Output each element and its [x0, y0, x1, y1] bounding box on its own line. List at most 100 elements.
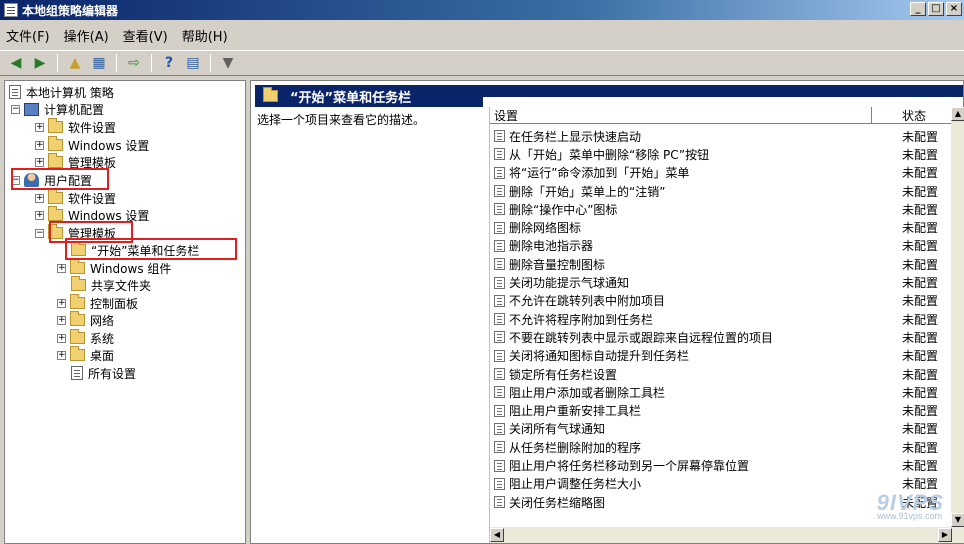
- close-button[interactable]: ×: [946, 2, 962, 16]
- tree-item-cc-software[interactable]: + 软件设置: [35, 118, 116, 136]
- toolbar: ◀ ▶ ▲ ▦ ⇨ ? ▤ ▼: [0, 50, 964, 76]
- column-header-label: 设置: [494, 108, 519, 123]
- tree-item-shared-folders[interactable]: 共享文件夹: [71, 276, 151, 294]
- scroll-left-arrow-icon[interactable]: ◀: [490, 528, 504, 542]
- setting-state: 未配置: [902, 349, 939, 364]
- folder-icon: [70, 311, 85, 326]
- policy-setting-icon: [494, 386, 505, 399]
- policy-setting-icon: [494, 276, 505, 289]
- setting-row[interactable]: 将“运行”命令添加到「开始」菜单 未配置: [490, 164, 950, 182]
- all-settings-icon: [71, 366, 83, 380]
- setting-name: 关闭功能提示气球通知: [509, 276, 630, 291]
- setting-row[interactable]: 锁定所有任务栏设置 未配置: [490, 365, 950, 383]
- setting-row[interactable]: 阻止用户添加或者删除工具栏 未配置: [490, 383, 950, 401]
- tree-item-system[interactable]: + 系统: [57, 329, 114, 347]
- help-icon[interactable]: ?: [159, 54, 179, 72]
- title-bar: 本地组策略编辑器 _ □ ×: [0, 0, 964, 20]
- column-header-state[interactable]: 状态: [872, 107, 952, 124]
- scroll-right-arrow-icon[interactable]: ▶: [938, 528, 952, 542]
- horizontal-scrollbar[interactable]: ◀ ▶: [490, 527, 964, 543]
- collapse-icon[interactable]: −: [35, 228, 44, 238]
- setting-name: 不要在跳转列表中显示或跟踪来自远程位置的项目: [509, 330, 774, 345]
- menu-help[interactable]: 帮助(H): [182, 26, 228, 45]
- setting-row[interactable]: 不要在跳转列表中显示或跟踪来自远程位置的项目 未配置: [490, 328, 950, 346]
- menu-file[interactable]: 文件(F): [6, 26, 50, 45]
- tree-label: 本地计算机 策略: [26, 85, 114, 100]
- scroll-up-arrow-icon[interactable]: ▲: [951, 107, 964, 121]
- setting-row[interactable]: 删除“操作中心”图标 未配置: [490, 200, 950, 218]
- folder-icon: [48, 118, 63, 133]
- tree-item-control-panel[interactable]: + 控制面板: [57, 294, 138, 312]
- details-header-band: [483, 85, 963, 97]
- properties-icon[interactable]: ▤: [183, 54, 203, 72]
- forward-arrow-icon[interactable]: ▶: [30, 54, 50, 72]
- setting-row[interactable]: 阻止用户重新安排工具栏 未配置: [490, 402, 950, 420]
- back-arrow-icon[interactable]: ◀: [6, 54, 26, 72]
- setting-state: 未配置: [902, 221, 939, 236]
- expand-icon[interactable]: +: [57, 350, 66, 360]
- expand-icon[interactable]: +: [35, 122, 44, 132]
- scroll-down-arrow-icon[interactable]: ▼: [951, 513, 964, 527]
- setting-name: 阻止用户重新安排工具栏: [509, 404, 642, 419]
- tree-item-computer-config[interactable]: − 计算机配置: [11, 100, 104, 118]
- policy-setting-icon: [494, 331, 505, 344]
- vertical-scrollbar[interactable]: ▲ ▼: [951, 107, 964, 527]
- expand-icon[interactable]: +: [35, 193, 44, 203]
- setting-row[interactable]: 关闭所有气球通知 未配置: [490, 420, 950, 438]
- folder-icon: [70, 329, 85, 344]
- setting-state: 未配置: [902, 459, 939, 474]
- setting-row[interactable]: 阻止用户将任务栏移动到另一个屏幕停靠位置 未配置: [490, 456, 950, 474]
- settings-list[interactable]: 设置 状态 在任务栏上显示快速启动 未配置 从「开始」菜单中删除“移除 PC”按钮未…: [489, 107, 964, 543]
- tree-label: 软件设置: [68, 191, 117, 206]
- expand-icon[interactable]: +: [35, 157, 44, 167]
- expand-icon[interactable]: +: [57, 298, 66, 308]
- setting-row[interactable]: 从「开始」菜单中删除“移除 PC”按钮 未配置: [490, 145, 950, 163]
- window-title: 本地组策略编辑器: [22, 3, 119, 18]
- tree-item-uc-software[interactable]: + 软件设置: [35, 189, 116, 207]
- collapse-icon[interactable]: −: [11, 104, 20, 114]
- policy-setting-icon: [494, 349, 505, 362]
- setting-name: 关闭所有气球通知: [509, 422, 606, 437]
- tree-item-win-components[interactable]: + Windows 组件: [57, 259, 171, 277]
- show-hide-tree-icon[interactable]: ▦: [89, 54, 109, 72]
- setting-row[interactable]: 关闭将通知图标自动提升到任务栏 未配置: [490, 347, 950, 365]
- setting-name: 删除网络图标: [509, 221, 582, 236]
- expand-icon[interactable]: +: [57, 333, 66, 343]
- menu-view[interactable]: 查看(V): [123, 26, 168, 45]
- up-folder-icon[interactable]: ▲: [65, 54, 85, 72]
- app-icon: [4, 3, 18, 17]
- tree-item-cc-windows[interactable]: + Windows 设置: [35, 136, 149, 154]
- setting-row[interactable]: 删除「开始」菜单上的“注销” 未配置: [490, 182, 950, 200]
- setting-row[interactable]: 不允许将程序附加到任务栏 未配置: [490, 310, 950, 328]
- setting-row[interactable]: 删除网络图标 未配置: [490, 219, 950, 237]
- setting-row[interactable]: 删除电池指示器 未配置: [490, 237, 950, 255]
- maximize-button[interactable]: □: [928, 2, 944, 16]
- toolbar-separator: [151, 54, 152, 72]
- column-header-setting[interactable]: 设置: [490, 107, 872, 124]
- expand-icon[interactable]: +: [35, 210, 44, 220]
- policy-doc-icon: [9, 85, 21, 99]
- tree-pane[interactable]: 本地计算机 策略 − 计算机配置 + 软件设置 + Windows 设置 + 管…: [4, 80, 246, 544]
- setting-row[interactable]: 删除音量控制图标 未配置: [490, 255, 950, 273]
- tree-item-root[interactable]: 本地计算机 策略: [9, 83, 114, 101]
- setting-row[interactable]: 从任务栏删除附加的程序 未配置: [490, 438, 950, 456]
- export-list-icon[interactable]: ⇨: [124, 54, 144, 72]
- tree-item-desktop[interactable]: + 桌面: [57, 346, 114, 364]
- tree-item-network[interactable]: + 网络: [57, 311, 114, 329]
- filter-icon[interactable]: ▼: [218, 54, 238, 72]
- tree-item-all-settings[interactable]: 所有设置: [71, 364, 136, 382]
- folder-icon: [48, 206, 63, 221]
- folder-icon: [71, 276, 86, 291]
- policy-setting-icon: [494, 258, 505, 271]
- minimize-button[interactable]: _: [910, 2, 926, 16]
- setting-state: 未配置: [902, 276, 939, 291]
- setting-row[interactable]: 不允许在跳转列表中附加项目 未配置: [490, 292, 950, 310]
- expand-icon[interactable]: +: [57, 315, 66, 325]
- policy-setting-icon: [494, 313, 505, 326]
- setting-row[interactable]: 关闭功能提示气球通知 未配置: [490, 273, 950, 291]
- setting-row[interactable]: 在任务栏上显示快速启动 未配置: [490, 127, 950, 145]
- setting-state: 未配置: [902, 184, 939, 199]
- expand-icon[interactable]: +: [35, 140, 44, 150]
- menu-action[interactable]: 操作(A): [64, 26, 109, 45]
- expand-icon[interactable]: +: [57, 263, 66, 273]
